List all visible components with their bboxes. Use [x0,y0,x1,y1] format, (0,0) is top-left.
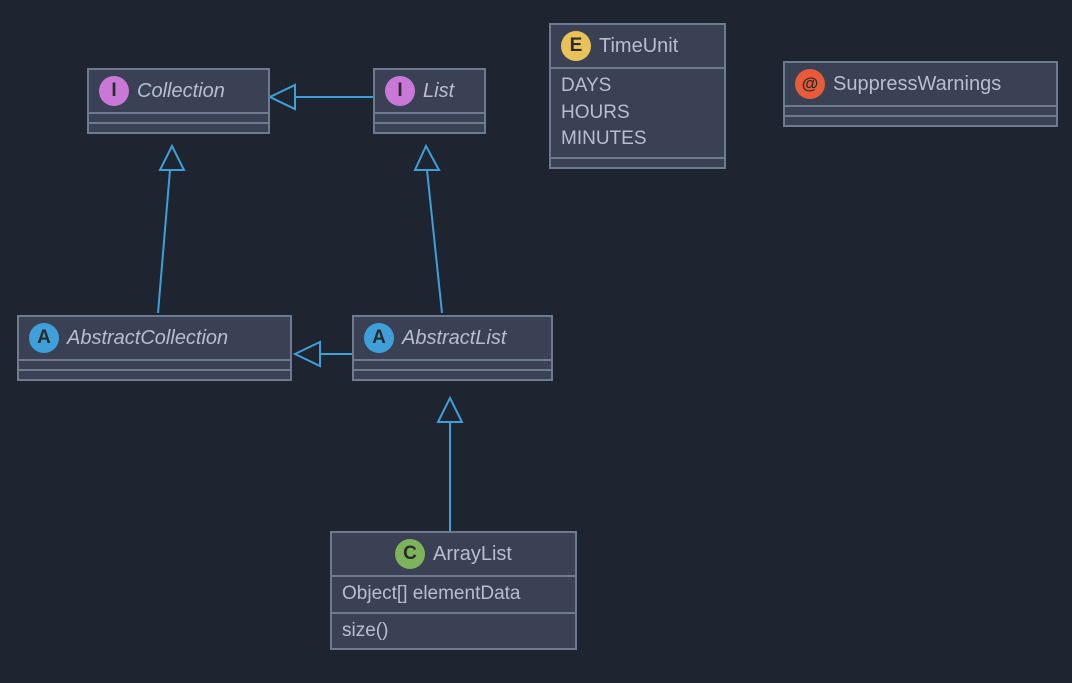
class-node-abstractlist[interactable]: A AbstractList [352,315,553,381]
node-title: ArrayList [433,543,512,566]
class-icon: C [395,539,425,569]
class-node-list[interactable]: I List [373,68,486,134]
enum-icon: E [561,31,591,61]
class-node-timeunit[interactable]: E TimeUnit DAYS HOURS MINUTES [549,23,726,169]
class-node-abstractcollection[interactable]: A AbstractCollection [17,315,292,381]
enum-values: DAYS HOURS MINUTES [551,67,724,157]
node-title: SuppressWarnings [833,73,1001,96]
node-title: AbstractCollection [67,327,228,350]
interface-icon: I [385,76,415,106]
methods-compartment: size() [332,612,575,649]
class-node-collection[interactable]: I Collection [87,68,270,134]
node-title: List [423,80,454,103]
node-title: TimeUnit [599,35,678,58]
class-node-suppresswarnings[interactable]: @ SuppressWarnings [783,61,1058,127]
node-title: AbstractList [402,327,506,350]
fields-compartment: Object[] elementData [332,575,575,612]
class-node-arraylist[interactable]: C ArrayList Object[] elementData size() [330,531,577,650]
annotation-icon: @ [795,69,825,99]
abstract-icon: A [29,323,59,353]
abstract-icon: A [364,323,394,353]
interface-icon: I [99,76,129,106]
node-title: Collection [137,80,225,103]
